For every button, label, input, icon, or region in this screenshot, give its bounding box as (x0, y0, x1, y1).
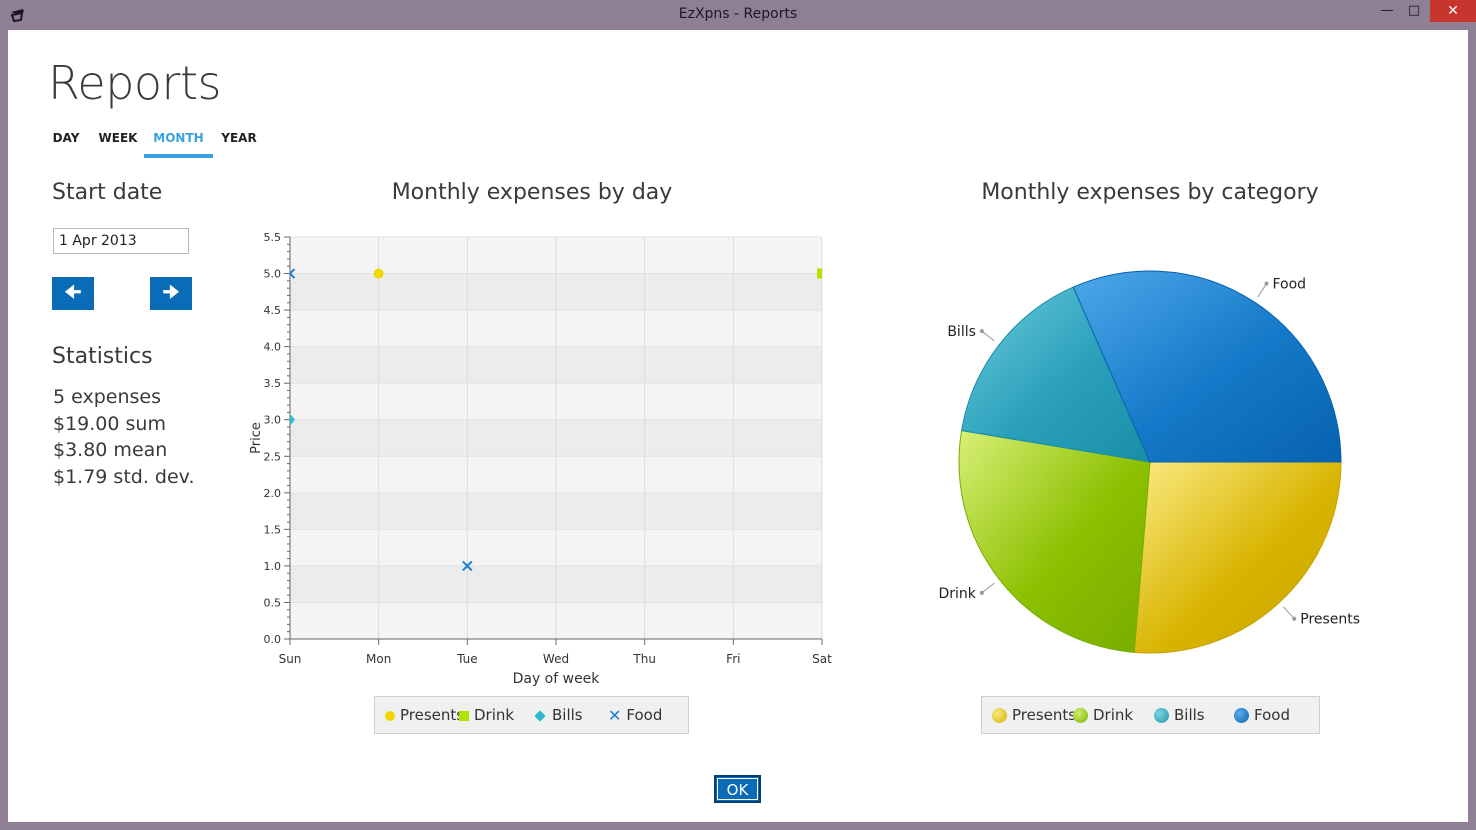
legend-item-food: Food (1234, 697, 1290, 733)
y-tick-label: 4.0 (264, 341, 282, 354)
point-drink (817, 268, 822, 279)
pie-label-food: Food (1273, 277, 1307, 293)
pie-leader-line (1257, 283, 1267, 298)
pie-label-drink: Drink (939, 586, 977, 602)
diamond-marker-icon (534, 709, 546, 722)
prev-period-button[interactable]: 🠈 (52, 277, 94, 310)
circle-marker-icon (1154, 708, 1169, 723)
pie-leader-dot (979, 329, 984, 334)
tab-month[interactable]: MONTH (144, 128, 213, 158)
x-tick-label: Sun (279, 652, 302, 666)
stat-sum: $19.00 sum (53, 412, 166, 435)
legend-item-bills: Bills (1154, 697, 1205, 733)
circle-marker-icon (385, 710, 395, 721)
x-tick-label: Thu (632, 652, 656, 666)
pie-label-bills: Bills (947, 324, 976, 340)
start-date-input[interactable]: 1 Apr 2013 (53, 228, 189, 254)
legend-item-bills: Bills (534, 697, 583, 733)
arrow-left-icon: 🠈 (64, 282, 82, 303)
pie-label-presents: Presents (1300, 612, 1360, 628)
y-tick-label: 2.5 (264, 450, 282, 463)
legend-item-presents: Presents (385, 697, 464, 733)
y-tick-label: 3.5 (264, 377, 282, 390)
pie-chart-title: Monthly expenses by category (981, 180, 1319, 205)
pie-leader-line (981, 330, 995, 342)
pie-leader-line (981, 582, 995, 594)
y-tick-label: 0.5 (264, 596, 282, 609)
legend-item-drink: Drink (459, 697, 514, 733)
x-tick-label: Tue (456, 652, 478, 666)
square-marker-icon (459, 710, 469, 721)
page-title: Reports (48, 56, 221, 110)
y-tick-label: 5.0 (264, 268, 282, 281)
start-date-label: Start date (52, 180, 163, 205)
pie-leader-dot (1264, 281, 1269, 286)
close-icon[interactable]: ✕ (1430, 0, 1476, 22)
scatter-legend: Presents Drink Bills ✕ Food (374, 696, 689, 734)
y-tick-label: 0.0 (264, 633, 282, 646)
pie-chart: Presents Drink Bills Food (939, 270, 1360, 654)
point-presents (373, 268, 384, 279)
tab-year[interactable]: YEAR (218, 128, 260, 154)
x-axis-label: Day of week (513, 671, 601, 687)
stat-mean: $3.80 mean (53, 439, 168, 461)
scatter-chart-title: Monthly expenses by day (391, 180, 673, 205)
pie-slice-drink (958, 429, 1151, 653)
y-axis-label: Price (249, 422, 264, 454)
x-tick-label: Wed (543, 652, 569, 666)
y-tick-label: 5.5 (264, 231, 282, 244)
x-tick-label: Sat (812, 652, 832, 666)
circle-marker-icon (1073, 708, 1088, 723)
ok-button[interactable]: OK (714, 775, 761, 803)
statistics-list: 5 expenses $19.00 sum $3.80 mean $1.79 s… (53, 384, 194, 490)
tab-day[interactable]: DAY (44, 128, 88, 154)
statistics-label: Statistics (52, 344, 153, 369)
cross-marker-icon: ✕ (608, 705, 622, 725)
pie-leader-line (1283, 606, 1295, 620)
legend-item-presents: Presents (992, 697, 1076, 733)
title-bar: EzXpns - Reports — □ ✕ (0, 0, 1476, 30)
pie-legend: Presents Drink Bills Food (981, 696, 1320, 734)
tab-week[interactable]: WEEK (96, 128, 140, 154)
y-tick-label: 1.5 (264, 523, 282, 536)
y-tick-label: 4.5 (264, 304, 282, 317)
legend-item-food: ✕ Food (608, 697, 662, 733)
circle-marker-icon (992, 708, 1007, 723)
x-tick-label: Mon (366, 652, 391, 666)
legend-item-drink: Drink (1073, 697, 1133, 733)
pie-leader-dot (1292, 616, 1297, 621)
y-tick-label: 2.0 (264, 487, 282, 500)
pie-leader-dot (979, 590, 984, 595)
arrow-right-icon: 🠊 (162, 282, 180, 303)
scatter-chart: 0.0 0.5 1.0 1.5 2.0 2.5 3.0 3.5 4.0 4.5 5.0 5.5 Sun M… (249, 231, 832, 687)
y-tick-label: 1.0 (264, 560, 282, 573)
next-period-button[interactable]: 🠊 (150, 277, 192, 310)
stat-stddev: $1.79 std. dev. (53, 465, 195, 488)
y-tick-label: 3.0 (264, 414, 282, 427)
x-tick-label: Fri (726, 652, 740, 666)
window-title: EzXpns - Reports (678, 6, 798, 22)
circle-marker-icon (1234, 708, 1249, 723)
maximize-icon[interactable]: □ (1397, 0, 1431, 22)
window-client: Reports DAY WEEK MONTH YEAR Start date 1… (8, 30, 1468, 822)
stat-count: 5 expenses (53, 386, 162, 408)
